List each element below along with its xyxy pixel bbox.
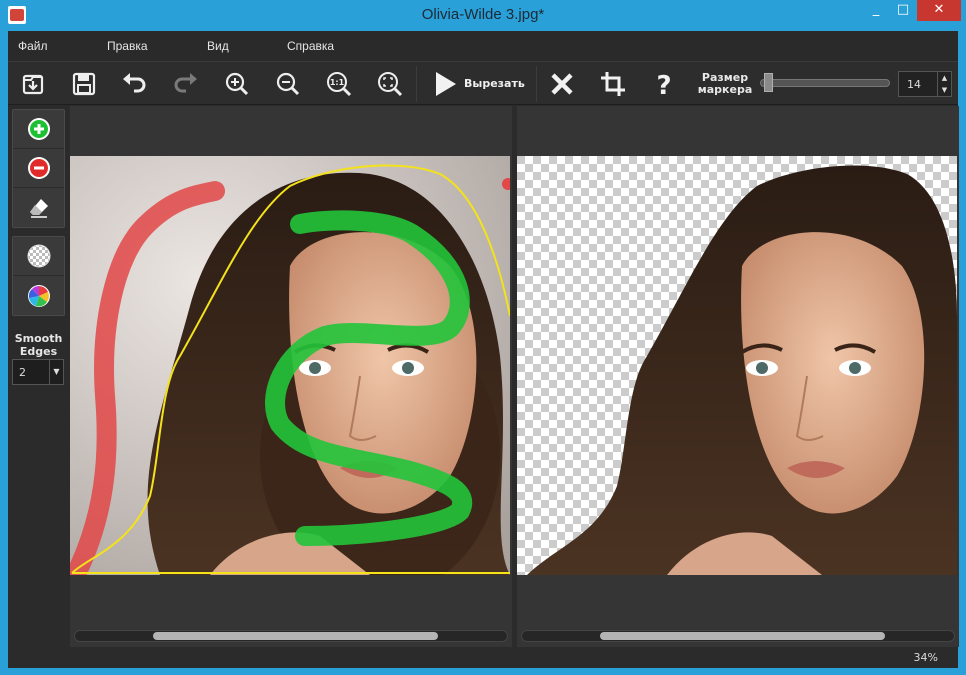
zoom-in-button[interactable] [220,68,254,100]
source-canvas[interactable] [70,156,510,575]
remove-marker-tool[interactable] [13,149,64,188]
transparent-bg-icon [27,244,50,268]
add-marker-icon [27,118,50,140]
zoom-level: 34% [913,651,938,664]
source-photo[interactable] [70,156,510,575]
svg-text:?: ? [656,71,671,98]
close-icon [551,73,573,95]
maximize-button[interactable]: □ [890,0,916,21]
help-button[interactable]: ? [647,68,681,100]
close-window-button[interactable]: ✕ [917,0,961,21]
result-pane [517,106,959,647]
toolbar: 1:1 Вырезать ? Размер маркера 14 ▲ ▼ [8,61,958,105]
cut-label[interactable]: Вырезать [464,77,525,90]
spinner-arrows[interactable]: ▲ ▼ [937,72,951,96]
brush-size-label: Размер маркера [697,71,753,96]
smooth-edges-value: 2 [19,366,26,379]
play-icon [436,72,456,96]
marker-tools-group [12,109,65,228]
transparent-bg-tool[interactable] [13,237,64,276]
source-pane [70,106,512,647]
tools-panel: Smooth Edges 2 ▼ [8,106,69,668]
menu-help[interactable]: Справка [287,39,334,53]
menu-edit[interactable]: Правка [107,39,148,53]
chevron-down-icon[interactable]: ▼ [49,360,63,384]
background-tools-group [12,236,65,316]
redo-button[interactable] [169,68,203,100]
brush-size-slider[interactable] [760,79,890,87]
color-bg-tool[interactable] [13,276,64,315]
add-marker-tool[interactable] [13,110,64,149]
remove-marker-icon [27,157,50,179]
cut-button[interactable] [428,68,462,100]
menu-bar: Файл Правка Вид Справка [8,31,958,61]
brush-size-value: 14 [907,78,921,91]
undo-button[interactable] [117,68,151,100]
zoom-out-icon [276,72,300,96]
brush-size-spinner[interactable]: 14 ▲ ▼ [898,71,952,97]
window-title: Olivia-Wilde 3.jpg* [421,6,545,23]
zoom-out-button[interactable] [271,68,305,100]
zoom-actual-button[interactable]: 1:1 [322,68,356,100]
result-horizontal-scrollbar[interactable] [521,630,955,642]
zoom-fit-icon [378,72,403,97]
zoom-in-icon [225,72,249,96]
toolbar-separator [416,66,417,102]
open-icon [22,74,44,95]
eraser-icon [29,198,48,218]
save-button[interactable] [67,68,101,100]
brush-size-slider-thumb[interactable] [764,73,773,92]
source-horizontal-scrollbar[interactable] [74,630,508,642]
help-icon: ? [656,71,671,98]
save-icon [72,72,96,96]
client-area: Файл Правка Вид Справка 1:1 Вырезать ? Р… [8,31,959,668]
svg-text:1:1: 1:1 [330,78,345,87]
color-bg-icon [27,284,50,307]
zoom-actual-icon: 1:1 [327,72,352,97]
open-button[interactable] [16,68,50,100]
source-scrollbar-thumb[interactable] [153,632,438,640]
smooth-edges-label: Smooth Edges [14,332,63,358]
result-photo[interactable] [517,156,957,575]
smooth-edges-select[interactable]: 2 ▼ [12,359,64,385]
title-bar[interactable]: Olivia-Wilde 3.jpg* _ □ ✕ [0,0,966,31]
toolbar-separator [536,66,537,102]
result-scrollbar-thumb[interactable] [600,632,885,640]
app-window: Olivia-Wilde 3.jpg* _ □ ✕ Файл Правка Ви… [0,0,966,675]
eraser-tool[interactable] [13,188,64,227]
result-canvas[interactable] [517,156,957,575]
crop-icon [601,72,625,96]
menu-view[interactable]: Вид [207,39,229,53]
redo-icon [174,73,197,93]
clear-button[interactable] [545,68,579,100]
status-bar: 34% [8,647,958,668]
menu-file[interactable]: Файл [18,39,48,53]
undo-icon [123,73,146,93]
crop-button[interactable] [596,68,630,100]
minimize-button[interactable]: _ [862,0,890,21]
zoom-fit-button[interactable] [373,68,407,100]
